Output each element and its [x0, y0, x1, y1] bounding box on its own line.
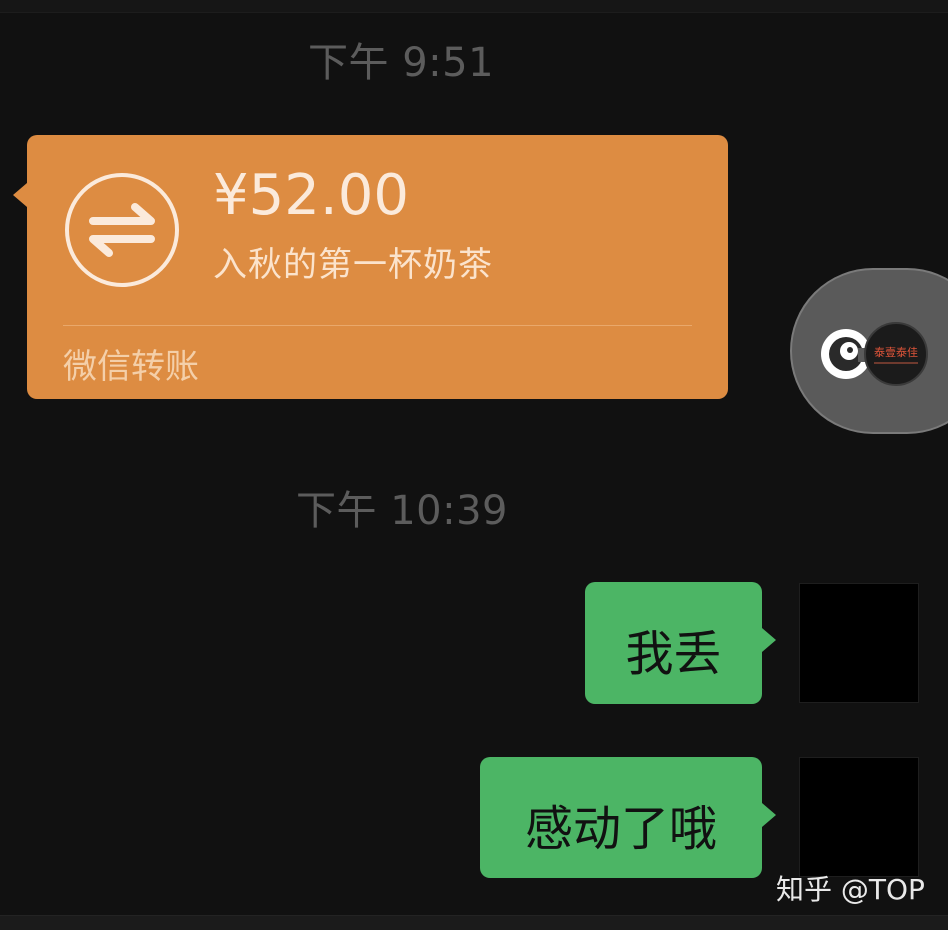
chat-bubble-self[interactable]: 感动了哦 [480, 757, 776, 878]
bubble-tail [762, 628, 776, 652]
self-avatar[interactable] [799, 583, 919, 703]
contact-avatar[interactable]: 泰壹泰佳 [864, 322, 928, 386]
avatar-logo-text: 泰壹泰佳 [874, 346, 918, 359]
avatar-logo-line [874, 362, 918, 364]
bubble-tail [13, 183, 27, 207]
card-divider [63, 325, 692, 326]
transfer-remark: 入秋的第一杯奶茶 [213, 245, 493, 285]
message-timestamp: 下午 9:51 [308, 40, 495, 86]
transfer-amount: ¥52.00 [213, 163, 409, 228]
zhihu-watermark: 知乎 @TOP [776, 873, 925, 906]
transfer-footer-label: 微信转账 [63, 347, 199, 387]
message-timestamp: 下午 10:39 [296, 488, 508, 534]
message-text: 我丢 [625, 626, 722, 682]
chat-bubble-self[interactable]: 我丢 [585, 582, 776, 704]
bottom-input-strip [0, 915, 948, 930]
transfer-arrows-icon [65, 173, 179, 287]
message-text: 感动了哦 [524, 801, 717, 857]
wechat-transfer-card[interactable]: ¥52.00 入秋的第一杯奶茶 微信转账 [13, 135, 728, 399]
bubble-tail [762, 803, 776, 827]
top-status-strip [0, 0, 948, 13]
self-avatar[interactable] [799, 757, 919, 877]
